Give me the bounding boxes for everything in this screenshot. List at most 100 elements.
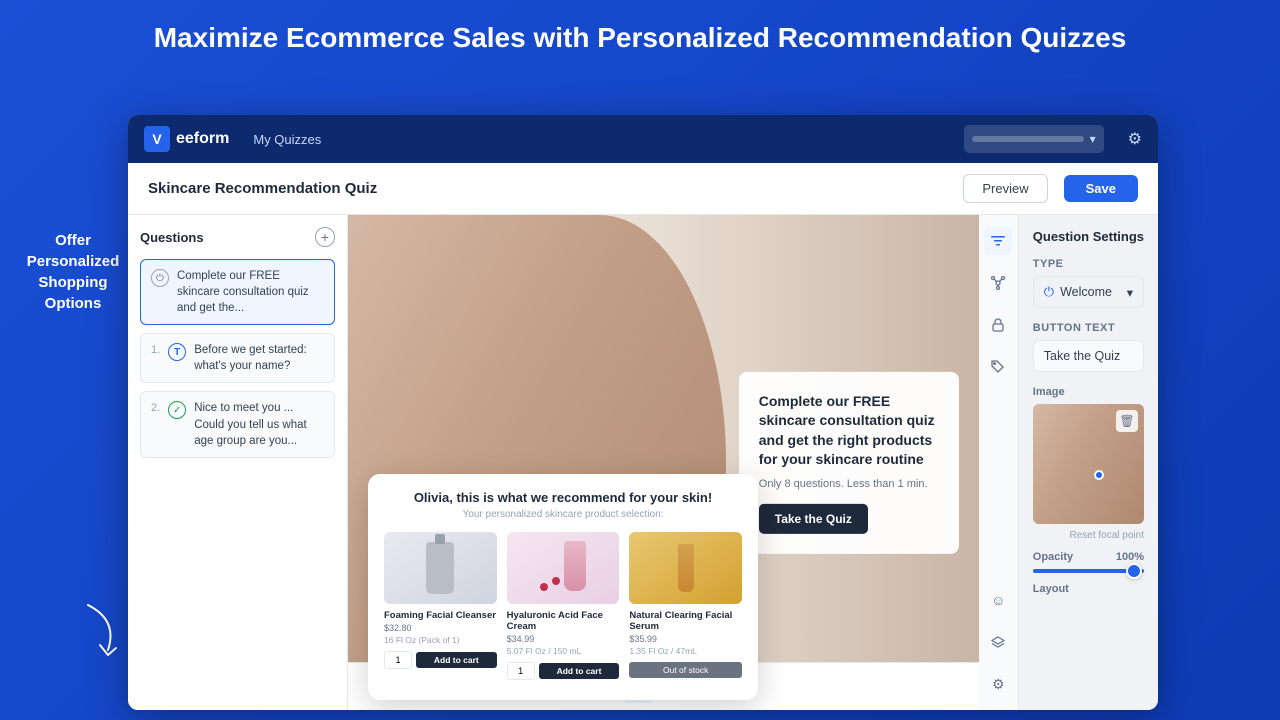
type-chevron-icon: ▾: [1127, 285, 1133, 300]
quiz-card-subtitle: Only 8 questions. Less than 1 min.: [759, 478, 939, 490]
page-title: Maximize Ecommerce Sales with Personaliz…: [0, 0, 1280, 72]
left-label: Offer Personalized Shopping Options: [18, 230, 128, 314]
add-cart-button-0[interactable]: Add to cart: [416, 652, 497, 668]
opacity-label: Opacity 100%: [1033, 551, 1144, 563]
tube-icon: [564, 541, 586, 591]
product-qty-row-0: Add to cart: [384, 651, 497, 669]
settings-emoji-icon[interactable]: ☺: [984, 586, 1012, 614]
take-quiz-button[interactable]: Take the Quiz: [759, 504, 868, 534]
image-label: Image: [1033, 386, 1144, 398]
settings-icons-col: ☺ ⚙: [979, 215, 1019, 710]
question-number-2: 2.: [151, 402, 160, 414]
image-delete-button[interactable]: 🗑: [1116, 410, 1138, 432]
opacity-thumb: [1126, 563, 1142, 579]
bottle-icon: [426, 542, 454, 594]
product-size-1: 5.07 Fl Oz / 150 mL: [507, 646, 620, 656]
product-qty-row-1: Add to cart: [507, 662, 620, 680]
question-item-1[interactable]: 1. T Before we get started: what's your …: [140, 333, 335, 383]
settings-tag-icon[interactable]: [984, 353, 1012, 381]
preview-button[interactable]: Preview: [963, 174, 1047, 203]
opacity-value: 100%: [1116, 551, 1144, 563]
product-price-2: $35.99: [629, 634, 742, 644]
product-name-2: Natural Clearing Facial Serum: [629, 610, 742, 632]
quiz-card-heading: Complete our FREE skincare consultation …: [759, 391, 939, 469]
logo-text: eeform: [176, 130, 229, 148]
product-qty-input-0[interactable]: [384, 651, 412, 669]
question-item-0[interactable]: ⏻ Complete our FREE skincare consultatio…: [140, 259, 335, 325]
product-name-1: Hyaluronic Acid Face Cream: [507, 610, 620, 632]
tag-icon: [991, 360, 1005, 374]
product-item-0: Foaming Facial Cleanser $32.80 16 Fl Oz …: [384, 532, 497, 684]
dropdown-bar: [972, 136, 1084, 142]
product-name-0: Foaming Facial Cleanser: [384, 610, 497, 621]
app-window: V eeform My Quizzes ▾ ⚙ Skincare Recomme…: [128, 115, 1158, 710]
settings-lock-icon[interactable]: [984, 311, 1012, 339]
type-selector-left: ⏻ Welcome: [1044, 284, 1112, 300]
reset-focal-button[interactable]: Reset focal point: [1033, 530, 1144, 541]
nav-my-quizzes[interactable]: My Quizzes: [253, 132, 321, 147]
gear-icon[interactable]: ⚙: [1128, 129, 1142, 149]
quiz-card: Complete our FREE skincare consultation …: [739, 371, 959, 553]
settings-gear-icon[interactable]: ⚙: [984, 670, 1012, 698]
topnav: V eeform My Quizzes ▾ ⚙: [128, 115, 1158, 163]
product-image-2: [629, 532, 742, 604]
logo: V eeform: [144, 126, 229, 152]
questions-label: Questions: [140, 230, 204, 245]
product-card-subtitle: Your personalized skincare product selec…: [384, 509, 742, 520]
question-icon-0: ⏻: [151, 269, 169, 287]
product-image-1: [507, 532, 620, 604]
settings-panel-title: Question Settings: [1033, 229, 1144, 244]
type-label: Type: [1033, 258, 1144, 270]
save-button[interactable]: Save: [1064, 175, 1138, 202]
product-price-1: $34.99: [507, 634, 620, 644]
product-price-0: $32.80: [384, 623, 497, 633]
type-value: Welcome: [1060, 285, 1112, 299]
filter-icon: [991, 234, 1005, 248]
out-of-stock-button-2[interactable]: Out of stock: [629, 662, 742, 678]
nav-dropdown[interactable]: ▾: [964, 125, 1104, 153]
lock-icon: [992, 318, 1004, 332]
product-card-title: Olivia, this is what we recommend for yo…: [384, 490, 742, 505]
settings-filter-icon[interactable]: [984, 227, 1012, 255]
focal-point-dot: [1094, 470, 1104, 480]
page-background: Maximize Ecommerce Sales with Personaliz…: [0, 0, 1280, 720]
add-cart-button-1[interactable]: Add to cart: [539, 663, 620, 679]
question-text-2: Nice to meet you ... Could you tell us w…: [194, 400, 324, 448]
preview-canvas: Complete our FREE skincare consultation …: [348, 215, 979, 710]
nodes-icon: [991, 276, 1005, 290]
products-row: Foaming Facial Cleanser $32.80 16 Fl Oz …: [384, 532, 742, 684]
layout-label: Layout: [1033, 583, 1144, 595]
image-preview-box: 🗑: [1033, 404, 1144, 524]
product-qty-input-1[interactable]: [507, 662, 535, 680]
button-text-label: Button text: [1033, 322, 1144, 334]
right-panel: ☺ ⚙ Question Settings Type ⏻: [979, 215, 1158, 710]
product-item-2: Natural Clearing Facial Serum $35.99 1.3…: [629, 532, 742, 684]
question-number-1: 1.: [151, 344, 160, 356]
questions-panel: Questions + ⏻ Complete our FREE skincare…: [128, 215, 348, 710]
question-text-1: Before we get started: what's your name?: [194, 342, 324, 374]
product-image-0: [384, 532, 497, 604]
type-selector[interactable]: ⏻ Welcome ▾: [1033, 276, 1144, 308]
header-bar: Skincare Recommendation Quiz Preview Sav…: [128, 163, 1158, 215]
power-icon: ⏻: [1044, 284, 1054, 300]
settings-layers-icon[interactable]: [984, 628, 1012, 656]
arrow-icon: [78, 600, 128, 660]
questions-header: Questions +: [140, 227, 335, 247]
settings-content: Question Settings Type ⏻ Welcome ▾ Butto…: [1019, 215, 1158, 710]
question-text-0: Complete our FREE skincare consultation …: [177, 268, 324, 316]
product-size-0: 16 Fl Oz (Pack of 1): [384, 635, 497, 645]
logo-icon: V: [144, 126, 170, 152]
product-recommendation-card: Olivia, this is what we recommend for yo…: [368, 474, 758, 700]
opacity-slider[interactable]: [1033, 569, 1144, 573]
button-text-field[interactable]: Take the Quiz: [1033, 340, 1144, 372]
question-icon-2: ✓: [168, 401, 186, 419]
quiz-title: Skincare Recommendation Quiz: [148, 180, 947, 197]
settings-nodes-icon[interactable]: [984, 269, 1012, 297]
question-icon-1: T: [168, 343, 186, 361]
product-item-1: Hyaluronic Acid Face Cream $34.99 5.07 F…: [507, 532, 620, 684]
dropdown-chevron-icon: ▾: [1090, 132, 1096, 146]
main-content: Questions + ⏻ Complete our FREE skincare…: [128, 215, 1158, 710]
question-item-2[interactable]: 2. ✓ Nice to meet you ... Could you tell…: [140, 391, 335, 457]
layers-icon: [991, 636, 1005, 648]
add-question-button[interactable]: +: [315, 227, 335, 247]
